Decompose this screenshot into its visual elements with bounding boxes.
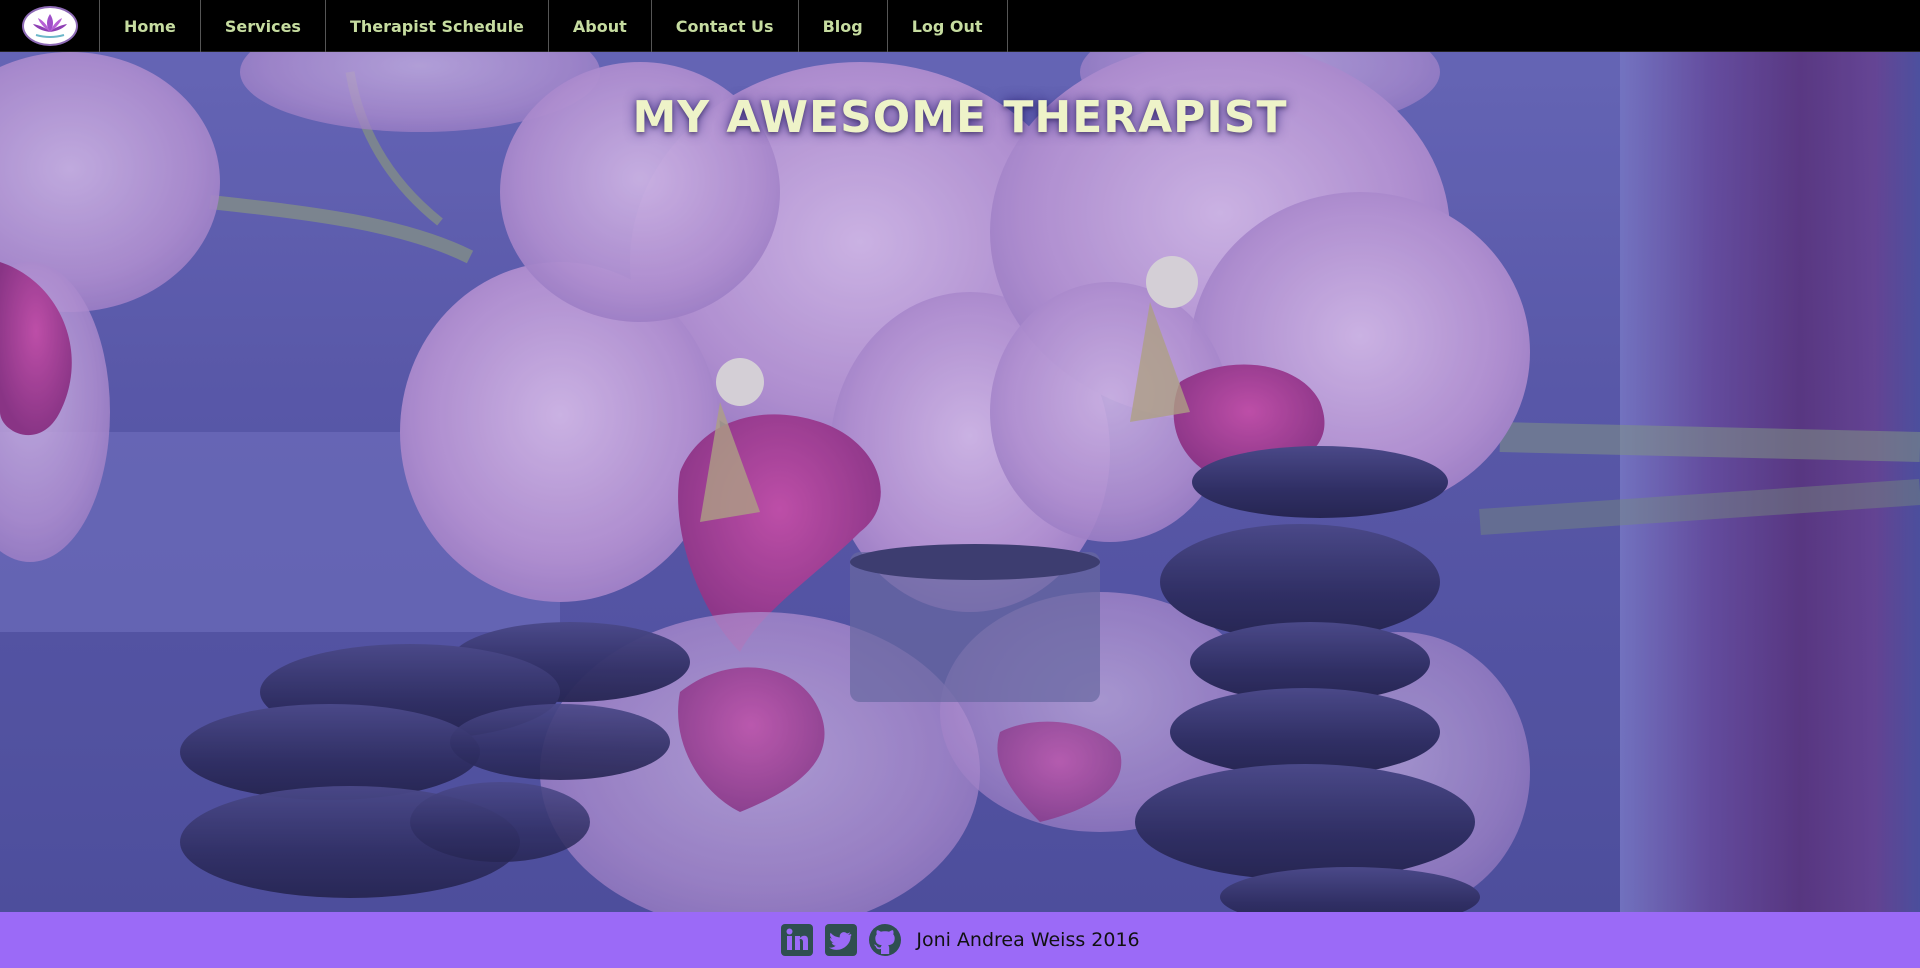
hero-banner: MY AWESOME THERAPIST bbox=[0, 52, 1920, 912]
nav-therapist-schedule-label: Therapist Schedule bbox=[349, 16, 524, 36]
brand-logo-link[interactable] bbox=[0, 0, 100, 52]
footer-copyright: Joni Andrea Weiss 2016 bbox=[916, 929, 1140, 951]
nav-about-label: About bbox=[572, 16, 627, 36]
nav-home[interactable]: Home bbox=[100, 0, 201, 52]
page-title: MY AWESOME THERAPIST bbox=[632, 92, 1288, 143]
lotus-logo-icon bbox=[21, 6, 78, 46]
twitter-link[interactable] bbox=[824, 923, 858, 957]
nav-contact-us[interactable]: Contact Us bbox=[652, 0, 799, 52]
twitter-icon bbox=[825, 924, 858, 956]
nav-contact-us-label: Contact Us bbox=[675, 16, 774, 36]
github-link[interactable] bbox=[868, 923, 902, 957]
nav-blog-label: Blog bbox=[822, 16, 863, 36]
nav-therapist-schedule[interactable]: Therapist Schedule bbox=[326, 0, 549, 52]
linkedin-icon bbox=[781, 924, 814, 956]
nav-services-label: Services bbox=[224, 16, 301, 36]
github-icon bbox=[869, 924, 902, 956]
nav-home-label: Home bbox=[124, 16, 176, 36]
nav-blog[interactable]: Blog bbox=[799, 0, 888, 52]
nav-log-out-label: Log Out bbox=[911, 16, 983, 36]
orchid-stones-illustration bbox=[0, 52, 1920, 912]
nav-about[interactable]: About bbox=[549, 0, 652, 52]
top-navbar: Home Services Therapist Schedule About C… bbox=[0, 0, 1920, 52]
nav-services[interactable]: Services bbox=[201, 0, 326, 52]
footer: Joni Andrea Weiss 2016 bbox=[0, 912, 1920, 968]
nav-log-out[interactable]: Log Out bbox=[888, 0, 1008, 52]
linkedin-link[interactable] bbox=[780, 923, 814, 957]
